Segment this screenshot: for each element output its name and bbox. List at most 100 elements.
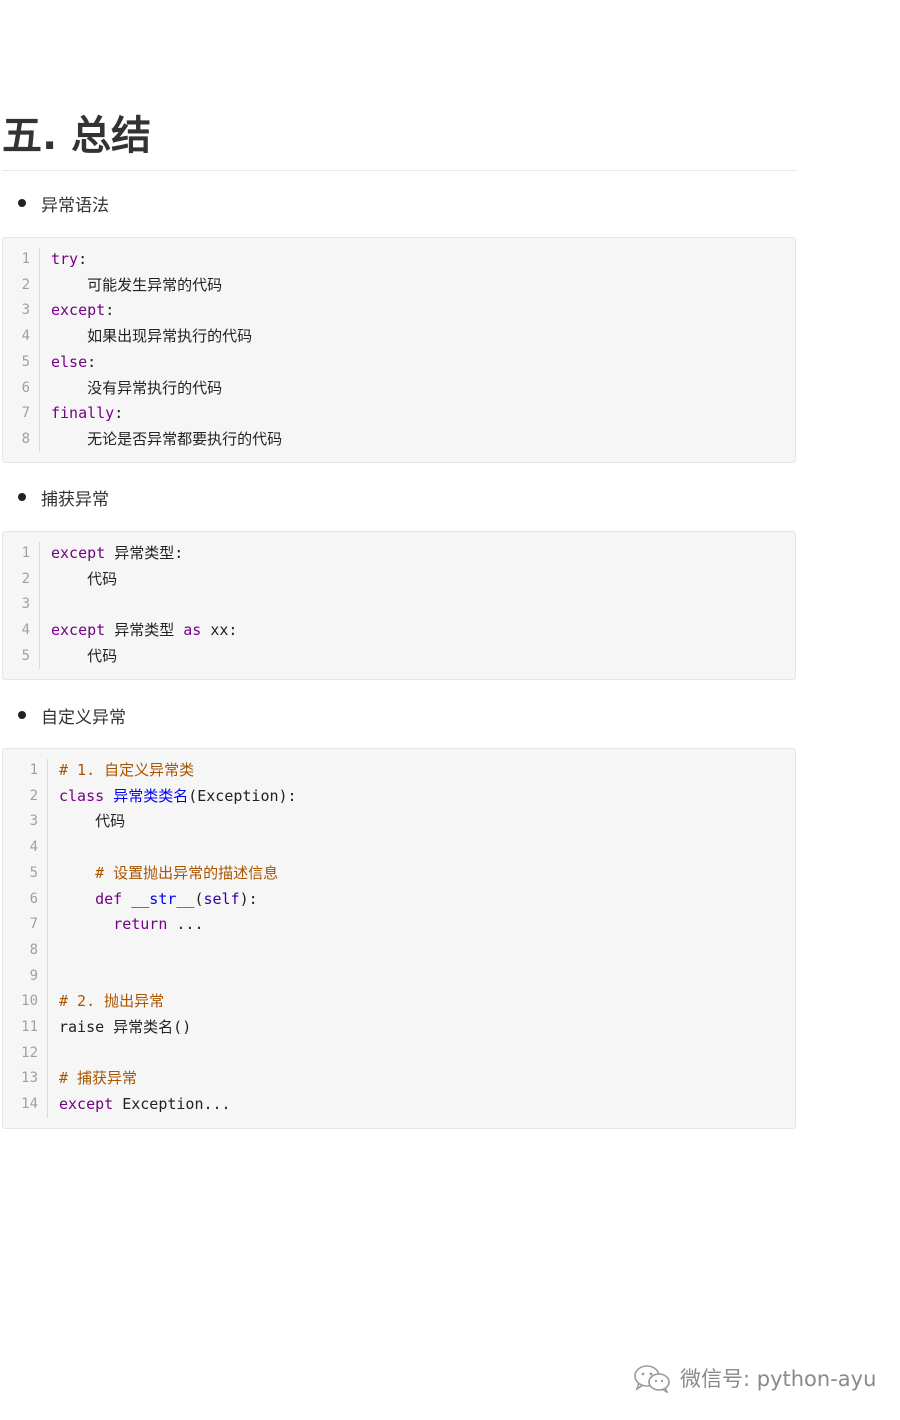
code-token: # 捕获异常 (59, 1069, 138, 1088)
code-token: 代码 (51, 569, 118, 588)
code-text: 无论是否异常都要执行的代码 (51, 427, 282, 453)
code-token: (Exception): (188, 786, 297, 805)
code-text: except 异常类型: (51, 541, 183, 567)
line-number: 5 (29, 864, 38, 881)
code-line: 6 def __str__(self): (3, 887, 795, 913)
bullet-dot (18, 711, 26, 719)
line-number: 2 (21, 276, 30, 293)
code-text: # 1. 自定义异常类 (59, 758, 194, 784)
line-number: 1 (29, 762, 38, 778)
code-text: else: (51, 350, 96, 376)
bullet-label: 自定义异常 (41, 707, 126, 728)
bullet-label: 异常语法 (41, 195, 109, 216)
code-block-syntax[interactable]: 1 try: 2 可能发生异常的代码 3 except: 4 如果出现异常执行的代码 5 el… (2, 237, 796, 463)
code-text: def __str__(self): (59, 887, 258, 913)
code-token: __str__ (131, 889, 195, 908)
code-text: except Exception... (59, 1092, 231, 1118)
line-number: 7 (21, 405, 30, 422)
code-text: 没有异常执行的代码 (51, 376, 222, 402)
code-text: class 异常类类名(Exception): (59, 784, 297, 810)
code-line: 6 没有异常执行的代码 (3, 376, 795, 402)
code-text: 代码 (51, 567, 117, 593)
line-number: 12 (21, 1044, 38, 1061)
code-line: 7 finally: (3, 401, 795, 427)
code-token: except (51, 621, 106, 640)
code-token: 异常类型 (105, 621, 184, 640)
code-text: except: (51, 298, 114, 324)
code-line: 2 可能发生异常的代码 (3, 273, 795, 299)
code-token: xx: (201, 621, 238, 640)
line-number: 5 (21, 353, 30, 370)
code-token: : (114, 404, 124, 423)
code-token: try (51, 250, 79, 268)
code-line: 7 return ... (3, 912, 795, 938)
bullet-item-syntax: 异常语法 (18, 190, 109, 216)
code-line: 8 无论是否异常都要执行的代码 (3, 427, 795, 453)
line-number: 3 (21, 596, 30, 613)
code-token: : (87, 352, 97, 371)
line-number: 4 (29, 839, 38, 856)
line-number: 4 (21, 328, 30, 345)
code-token: 异常类类名 (113, 786, 189, 805)
code-line: 13 # 捕获异常 (3, 1066, 795, 1092)
code-text: 如果出现异常执行的代码 (51, 324, 252, 350)
code-text: # 2. 抛出异常 (59, 989, 164, 1015)
line-number: 5 (21, 647, 30, 664)
line-number: 3 (29, 813, 38, 830)
code-token: except (51, 301, 106, 320)
line-number: 1 (21, 251, 30, 267)
line-number: 7 (29, 916, 38, 933)
code-token: raise 异常类名() (59, 1018, 192, 1036)
code-text: # 捕获异常 (59, 1066, 137, 1092)
code-text: except 异常类型 as xx: (51, 618, 237, 644)
line-number: 9 (29, 967, 38, 984)
code-token: 代码 (59, 812, 126, 831)
line-number: 14 (21, 1096, 38, 1113)
line-number: 4 (21, 622, 30, 639)
line-number: 8 (29, 941, 38, 958)
code-line: 3 (3, 592, 795, 618)
page-title: 五. 总结 (2, 106, 797, 171)
code-token: else (51, 352, 88, 371)
code-line: 5 else: (3, 350, 795, 376)
line-number: 2 (29, 787, 38, 804)
line-number: 6 (29, 890, 38, 907)
line-number: 3 (21, 302, 30, 319)
code-token: 无论是否异常都要执行的代码 (51, 429, 283, 448)
wechat-watermark: 微信号: python-ayu (632, 1362, 876, 1394)
code-line: 4 如果出现异常执行的代码 (3, 324, 795, 350)
bullet-dot (18, 199, 26, 207)
code-line: 9 (3, 964, 795, 990)
code-line: 4 except 异常类型 as xx: (3, 618, 795, 644)
code-text: 可能发生异常的代码 (51, 273, 222, 299)
code-text: finally: (51, 401, 123, 427)
line-number: 11 (21, 1019, 38, 1035)
code-token: # 1. 自定义异常类 (59, 761, 195, 779)
wechat-icon (634, 1365, 670, 1393)
watermark-text: 微信号: python-ayu (680, 1367, 877, 1391)
code-token: finally (51, 404, 115, 423)
code-block-catch[interactable]: 1 except 异常类型: 2 代码 3 4 except 异常类型 as xx: 5 代… (2, 531, 796, 680)
line-number: 1 (21, 545, 30, 561)
line-number: 6 (21, 379, 30, 396)
code-token: as (183, 621, 202, 640)
line-number: 10 (21, 993, 38, 1010)
code-line: 3 代码 (3, 809, 795, 835)
code-line: 1 try: (3, 247, 795, 273)
code-token: except (51, 544, 106, 562)
code-block-custom[interactable]: 1 # 1. 自定义异常类 2 class 异常类类名(Exception): 3 代码… (2, 748, 796, 1129)
code-token: 如果出现异常执行的代码 (51, 327, 253, 346)
code-token: 可能发生异常的代码 (51, 275, 223, 294)
code-line: 10 # 2. 抛出异常 (3, 989, 795, 1015)
code-token: 代码 (51, 646, 118, 665)
code-token: : (78, 250, 88, 268)
code-line: 8 (3, 938, 795, 964)
code-token: except (59, 1095, 114, 1114)
code-token: ... (167, 915, 204, 934)
code-line: 4 (3, 835, 795, 861)
code-line: 1 # 1. 自定义异常类 (3, 758, 795, 784)
code-token: def (95, 889, 123, 908)
